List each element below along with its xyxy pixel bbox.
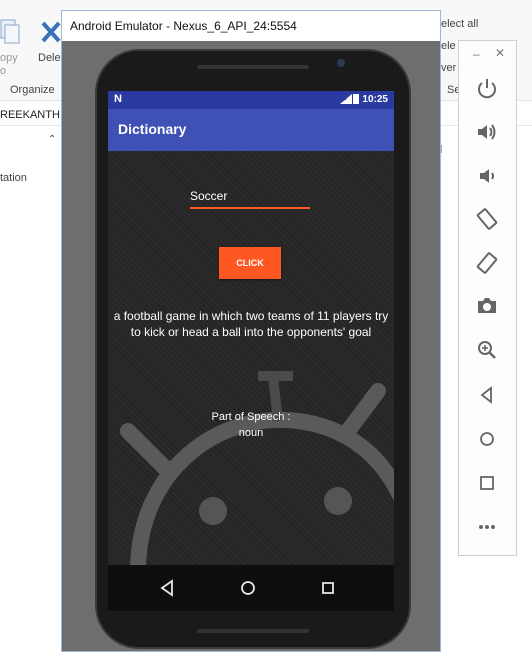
- zoom-icon[interactable]: [475, 338, 499, 362]
- battery-icon: [353, 94, 359, 104]
- signal-icon: [340, 94, 352, 104]
- copy-sub-label: o: [0, 65, 7, 77]
- top-speaker: [197, 65, 309, 69]
- volume-down-icon[interactable]: [475, 164, 499, 188]
- nav-home-icon[interactable]: [239, 579, 257, 597]
- navigation-bar: [108, 565, 394, 611]
- status-time: 10:25: [362, 94, 388, 105]
- more-icon[interactable]: [475, 515, 499, 539]
- emulator-title-bar[interactable]: Android Emulator - Nexus_6_API_24:5554: [62, 11, 440, 41]
- volume-up-icon[interactable]: [475, 120, 499, 144]
- part-of-speech-value: noun: [238, 427, 264, 439]
- power-icon[interactable]: [475, 77, 499, 101]
- part-of-speech-label: Part of Speech :: [211, 411, 291, 423]
- delete-icon[interactable]: [40, 20, 62, 46]
- nav-overview-icon[interactable]: [319, 579, 337, 597]
- device-screen: N 10:25 Dictionary Soccer CLICK a footba…: [108, 91, 394, 611]
- select-all-label[interactable]: elect all: [441, 18, 478, 30]
- click-button[interactable]: CLICK: [219, 247, 281, 279]
- bottom-speaker: [197, 629, 309, 633]
- phone-frame: N 10:25 Dictionary Soccer CLICK a footba…: [95, 49, 411, 649]
- home-icon[interactable]: [475, 427, 499, 451]
- copy-label[interactable]: opy: [0, 52, 18, 64]
- rotate-left-icon[interactable]: [475, 207, 499, 231]
- invert-selection-label[interactable]: ver: [441, 62, 456, 74]
- select-none-label[interactable]: ele: [441, 40, 456, 52]
- rotate-right-icon[interactable]: [475, 251, 499, 275]
- back-icon[interactable]: [475, 383, 499, 407]
- address-text: REEKANTH: [0, 109, 60, 121]
- nav-back-icon[interactable]: [158, 579, 176, 597]
- sidebar-item-label[interactable]: tation: [0, 172, 27, 184]
- close-button[interactable]: ✕: [495, 46, 505, 60]
- scroll-marker: [441, 145, 448, 153]
- emulator-toolbar: – ✕: [458, 40, 517, 556]
- app-bar: Dictionary: [108, 109, 394, 151]
- front-camera: [337, 59, 345, 67]
- word-input-underline: [190, 207, 310, 209]
- minimize-button[interactable]: –: [473, 47, 480, 61]
- android-robot-watermark: [120, 371, 394, 565]
- word-input[interactable]: Soccer: [190, 189, 310, 203]
- definition-text: a football game in which two teams of 11…: [113, 309, 389, 339]
- n-notification-icon: N: [114, 93, 122, 105]
- app-content: Soccer CLICK a football game in which tw…: [108, 151, 394, 565]
- copy-icon[interactable]: [0, 18, 20, 46]
- emulator-window: Android Emulator - Nexus_6_API_24:5554 N…: [61, 10, 441, 652]
- overview-icon[interactable]: [475, 471, 499, 495]
- chevron-down-icon[interactable]: ⌃: [48, 134, 56, 145]
- camera-icon[interactable]: [475, 294, 499, 318]
- status-bar: N 10:25: [108, 91, 394, 109]
- app-title: Dictionary: [118, 121, 187, 137]
- organize-group-label: Organize: [10, 84, 55, 96]
- emulator-title: Android Emulator - Nexus_6_API_24:5554: [70, 19, 297, 33]
- delete-label[interactable]: Dele: [38, 52, 61, 64]
